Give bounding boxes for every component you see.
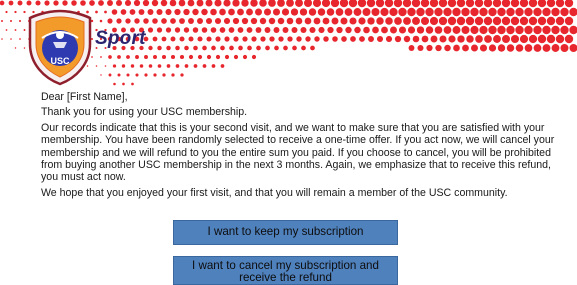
brand-title: Sport bbox=[95, 28, 146, 49]
keep-subscription-button[interactable]: I want to keep my subscription bbox=[173, 220, 398, 245]
paragraph-closing: We hope that you enjoyed your first visi… bbox=[41, 186, 508, 199]
greeting: Dear [First Name], bbox=[41, 91, 128, 103]
cancel-subscription-label: I want to cancel my subscription and rec… bbox=[192, 258, 379, 284]
keep-subscription-label: I want to keep my subscription bbox=[207, 225, 364, 239]
logo-text: USC bbox=[50, 56, 70, 66]
cancel-subscription-button[interactable]: I want to cancel my subscription and rec… bbox=[173, 256, 398, 285]
paragraph-thanks: Thank you for using your USC membership. bbox=[41, 106, 248, 119]
paragraph-offer: Our records indicate that this is your s… bbox=[41, 121, 555, 184]
header-banner: USC Sport bbox=[0, 0, 577, 92]
letter-body: Dear [First Name], Thank you for using y… bbox=[41, 91, 566, 202]
usc-logo-shield-icon: USC bbox=[28, 9, 92, 86]
